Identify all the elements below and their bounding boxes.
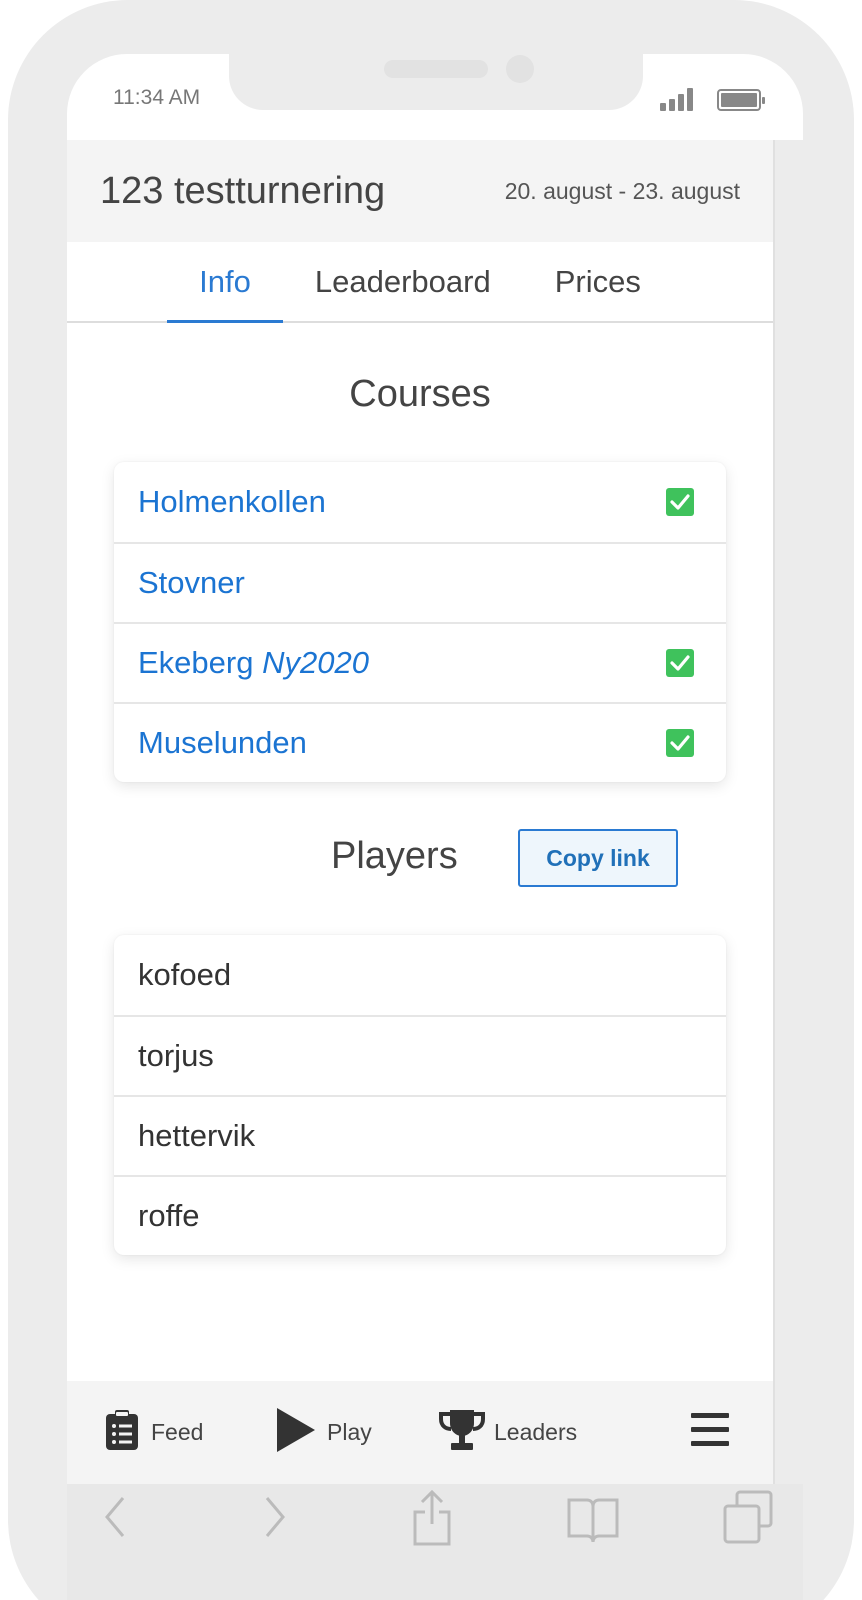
tab-info[interactable]: Info	[167, 242, 283, 323]
scroll-edge	[773, 140, 803, 1600]
course-row: Stovner	[114, 542, 726, 622]
course-link-muselunden[interactable]: Muselunden	[138, 725, 307, 761]
player-name: roffe	[138, 1198, 200, 1233]
nav-feed[interactable]: Feed	[105, 1409, 203, 1457]
player-row: torjus	[114, 1015, 726, 1095]
course-row: Muselunden	[114, 702, 726, 782]
course-link-holmenkollen[interactable]: Holmenkollen	[138, 484, 326, 520]
nav-feed-label: Feed	[151, 1419, 204, 1445]
players-heading: Players	[331, 835, 458, 877]
players-header: Players Copy link	[67, 829, 773, 889]
play-icon	[277, 1407, 315, 1458]
tab-bar: Info Leaderboard Prices	[67, 242, 773, 323]
notch	[229, 54, 643, 110]
player-row: kofoed	[114, 935, 726, 1015]
tab-leaderboard[interactable]: Leaderboard	[283, 242, 523, 321]
courses-heading: Courses	[349, 373, 491, 415]
player-name: torjus	[138, 1038, 214, 1073]
hamburger-menu-icon	[691, 1412, 729, 1453]
speaker	[384, 60, 488, 78]
course-name: Ekeberg	[138, 645, 254, 680]
nav-menu[interactable]	[691, 1412, 729, 1453]
phone-screen: 11:34 AM 123 testturnering 20. august - …	[67, 54, 803, 1600]
players-list: kofoed torjus hettervik roffe	[114, 935, 726, 1255]
share-icon[interactable]	[411, 1489, 453, 1551]
status-time: 11:34 AM	[113, 86, 201, 109]
checkmark-icon	[666, 649, 694, 677]
player-row: roffe	[114, 1175, 726, 1255]
player-name: kofoed	[138, 957, 232, 992]
bookmarks-icon[interactable]	[567, 1496, 619, 1551]
player-name: hettervik	[138, 1118, 256, 1153]
nav-leaders[interactable]: Leaders	[438, 1409, 577, 1457]
tab-prices[interactable]: Prices	[523, 242, 673, 321]
course-link-ekeberg[interactable]: Ekeberg Ny2020	[138, 645, 369, 681]
courses-list: Holmenkollen Stovner Ekeberg Ny2020 Muse…	[114, 462, 726, 782]
tournament-header: 123 testturnering 20. august - 23. augus…	[67, 140, 773, 242]
checkmark-icon	[666, 729, 694, 757]
course-row: Holmenkollen	[114, 462, 726, 542]
player-row: hettervik	[114, 1095, 726, 1175]
phone-frame: 11:34 AM 123 testturnering 20. august - …	[8, 0, 854, 1600]
battery-icon	[717, 89, 765, 111]
tabs-icon[interactable]	[723, 1490, 773, 1551]
nav-leaders-label: Leaders	[494, 1419, 578, 1445]
bottom-nav: Feed Play Leaders	[67, 1381, 773, 1484]
nav-play[interactable]: Play	[277, 1407, 372, 1458]
camera	[506, 55, 534, 83]
tournament-title: 123 testturnering	[100, 169, 386, 212]
trophy-icon	[438, 1409, 486, 1457]
course-row: Ekeberg Ny2020	[114, 622, 726, 702]
forward-icon[interactable]	[263, 1496, 287, 1543]
checkmark-icon	[666, 488, 694, 516]
nav-play-label: Play	[327, 1419, 372, 1445]
copy-link-button[interactable]: Copy link	[518, 829, 678, 887]
clipboard-icon	[105, 1409, 139, 1457]
browser-toolbar	[67, 1484, 803, 1600]
back-icon[interactable]	[103, 1496, 127, 1543]
course-link-stovner[interactable]: Stovner	[138, 565, 245, 601]
signal-icon	[660, 87, 700, 111]
tournament-dates: 20. august - 23. august	[504, 177, 740, 204]
course-layout: Ny2020	[262, 645, 369, 680]
